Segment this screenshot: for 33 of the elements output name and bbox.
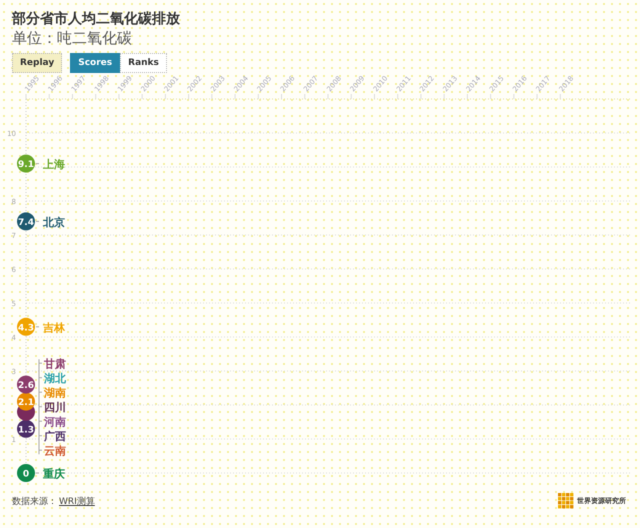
data-label: 9.1 [18, 160, 34, 170]
data-label: 2.6 [18, 381, 34, 392]
data-label: 1.3 [18, 425, 34, 436]
province-label: 吉林 [43, 321, 65, 334]
province-label: 湖南 [44, 386, 66, 400]
source-label: 数据来源： [12, 496, 57, 508]
value-marker: 9.1 [17, 154, 35, 173]
source-link[interactable]: WRI测算 [59, 494, 95, 508]
data-label: 4.3 [18, 323, 34, 334]
value-marker: 2.1 [17, 392, 35, 411]
province-label: 湖北 [44, 372, 66, 386]
view-tab[interactable]: Scores [70, 53, 120, 73]
replay-button[interactable]: Replay [12, 53, 62, 73]
province-label: 甘肃 [44, 358, 66, 371]
value-marker: 0 [17, 464, 35, 482]
province-label: 云南 [44, 444, 66, 458]
value-marker: 4.3 [17, 318, 35, 336]
province-label: 重庆 [43, 468, 65, 480]
logo-icon [558, 493, 574, 509]
data-label: 7.4 [18, 218, 34, 228]
province-label: 四川 [44, 401, 66, 414]
province-label: 河南 [44, 416, 66, 429]
chart-title: 部分省市人均二氧化碳排放 [12, 10, 180, 28]
province-label: 广西 [44, 430, 66, 444]
data-label: 2.1 [18, 398, 34, 408]
province-label: 上海 [43, 158, 65, 172]
value-marker: 2.6 [17, 376, 35, 394]
chart-subtitle: 单位：吨二氧化碳 [12, 29, 132, 48]
view-tab[interactable]: Ranks [120, 53, 167, 73]
data-label: 0 [22, 470, 30, 480]
province-label: 北京 [43, 216, 65, 229]
value-marker: 7.4 [17, 212, 35, 230]
value-marker: 1.3 [17, 420, 35, 438]
